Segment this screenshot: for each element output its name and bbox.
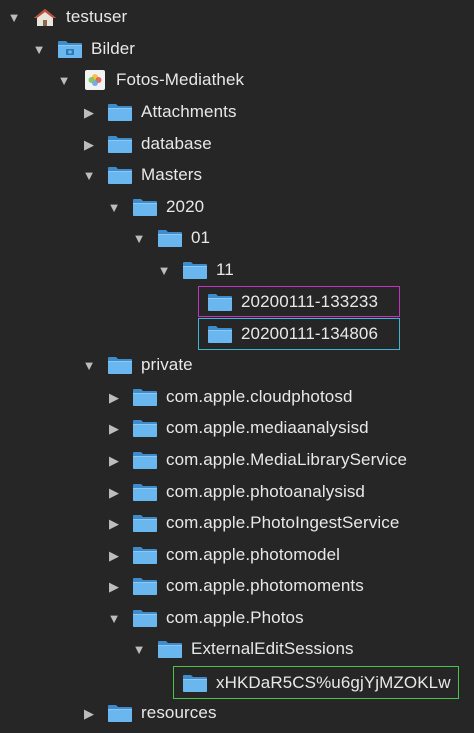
tree-label: 20200111-133233	[241, 292, 379, 311]
folder-icon	[132, 545, 158, 565]
folder-icon	[107, 165, 133, 185]
disclosure-collapsed-icon[interactable]: ▶	[81, 104, 97, 120]
file-tree: ▼ testuser ▼ Bilder ▼ Fotos-Mediathek ▶	[0, 0, 474, 733]
tree-row-photos[interactable]: ▼ com.apple.Photos	[0, 604, 474, 632]
tree-row-private[interactable]: ▼ private	[0, 351, 474, 379]
tree-label: testuser	[66, 7, 128, 26]
tree-label: Attachments	[141, 102, 237, 121]
tree-label: ExternalEditSessions	[191, 639, 354, 658]
tree-label: com.apple.mediaanalysisd	[166, 418, 369, 437]
tree-row-masters[interactable]: ▼ Masters	[0, 161, 474, 189]
tree-row-resources[interactable]: ▶ resources	[0, 699, 474, 727]
tree-row-photoanalysisd[interactable]: ▶ com.apple.photoanalysisd	[0, 478, 474, 506]
tree-label: private	[141, 355, 193, 374]
tree-label: xHKDaR5CS%u6gjYjMZOKLw	[216, 673, 451, 692]
folder-icon	[157, 639, 183, 659]
disclosure-expanded-icon[interactable]: ▼	[6, 9, 22, 25]
tree-label: com.apple.photoanalysisd	[166, 482, 365, 501]
disclosure-collapsed-icon[interactable]: ▶	[106, 547, 122, 563]
folder-icon	[207, 292, 233, 312]
tree-row-photoingestservice[interactable]: ▶ com.apple.PhotoIngestService	[0, 509, 474, 537]
disclosure-collapsed-icon[interactable]: ▶	[81, 136, 97, 152]
folder-icon	[107, 134, 133, 154]
tree-label: com.apple.cloudphotosd	[166, 387, 353, 406]
tree-label: com.apple.Photos	[166, 608, 304, 627]
disclosure-expanded-icon[interactable]: ▼	[106, 610, 122, 626]
tree-row-testuser[interactable]: ▼ testuser	[0, 3, 474, 31]
folder-icon	[132, 576, 158, 596]
tree-row-attachments[interactable]: ▶ Attachments	[0, 98, 474, 126]
folder-icon	[182, 260, 208, 280]
tree-row-externaleditsessions[interactable]: ▼ ExternalEditSessions	[0, 635, 474, 663]
tree-label: database	[141, 134, 212, 153]
folder-icon	[157, 228, 183, 248]
disclosure-collapsed-icon[interactable]: ▶	[106, 578, 122, 594]
tree-row-session[interactable]: xHKDaR5CS%u6gjYjMZOKLw	[0, 669, 474, 697]
folder-icon	[107, 355, 133, 375]
folder-icon	[132, 418, 158, 438]
home-icon	[34, 9, 56, 26]
disclosure-expanded-icon[interactable]: ▼	[81, 357, 97, 373]
tree-label: Masters	[141, 165, 203, 184]
photos-library-icon	[85, 70, 105, 90]
tree-label: resources	[141, 703, 217, 722]
tree-label: 20200111-134806	[241, 324, 379, 343]
folder-icon	[132, 387, 158, 407]
folder-icon	[132, 197, 158, 217]
folder-icon	[207, 324, 233, 344]
tree-label: com.apple.PhotoIngestService	[166, 513, 400, 532]
tree-row-medialibraryservice[interactable]: ▶ com.apple.MediaLibraryService	[0, 446, 474, 474]
folder-icon	[132, 513, 158, 533]
tree-row-mediaanalysisd[interactable]: ▶ com.apple.mediaanalysisd	[0, 414, 474, 442]
disclosure-expanded-icon[interactable]: ▼	[56, 72, 72, 88]
disclosure-collapsed-icon[interactable]: ▶	[106, 420, 122, 436]
tree-row-01[interactable]: ▼ 01	[0, 224, 474, 252]
disclosure-collapsed-icon[interactable]: ▶	[106, 484, 122, 500]
disclosure-expanded-icon[interactable]: ▼	[156, 262, 172, 278]
disclosure-expanded-icon[interactable]: ▼	[31, 41, 47, 57]
tree-label: com.apple.photomodel	[166, 545, 341, 564]
tree-label: com.apple.MediaLibraryService	[166, 450, 408, 469]
tree-label: Fotos-Mediathek	[116, 70, 245, 89]
tree-label: Bilder	[91, 39, 136, 58]
tree-row-fotos-mediathek[interactable]: ▼ Fotos-Mediathek	[0, 66, 474, 94]
tree-row-11[interactable]: ▼ 11	[0, 256, 474, 284]
tree-label: 2020	[166, 197, 205, 216]
tree-label: com.apple.photomoments	[166, 576, 364, 595]
disclosure-collapsed-icon[interactable]: ▶	[81, 705, 97, 721]
tree-label: 01	[191, 228, 211, 247]
folder-icon	[107, 703, 133, 723]
disclosure-collapsed-icon[interactable]: ▶	[106, 515, 122, 531]
folder-icon	[132, 608, 158, 628]
tree-row-bilder[interactable]: ▼ Bilder	[0, 35, 474, 63]
pictures-folder-icon	[57, 39, 83, 59]
folder-icon	[107, 102, 133, 122]
tree-label: 11	[216, 260, 234, 279]
tree-row-photomoments[interactable]: ▶ com.apple.photomoments	[0, 572, 474, 600]
disclosure-expanded-icon[interactable]: ▼	[131, 230, 147, 246]
disclosure-collapsed-icon[interactable]: ▶	[106, 389, 122, 405]
tree-row-cloudphotosd[interactable]: ▶ com.apple.cloudphotosd	[0, 383, 474, 411]
folder-icon	[182, 673, 208, 693]
tree-row-database[interactable]: ▶ database	[0, 130, 474, 158]
tree-row-2020[interactable]: ▼ 2020	[0, 193, 474, 221]
tree-row-20200111-133233[interactable]: 20200111-133233	[0, 288, 474, 316]
folder-icon	[132, 482, 158, 502]
disclosure-expanded-icon[interactable]: ▼	[106, 199, 122, 215]
tree-row-photomodel[interactable]: ▶ com.apple.photomodel	[0, 541, 474, 569]
folder-icon	[132, 450, 158, 470]
disclosure-expanded-icon[interactable]: ▼	[131, 641, 147, 657]
tree-row-20200111-134806[interactable]: 20200111-134806	[0, 320, 474, 348]
disclosure-expanded-icon[interactable]: ▼	[81, 167, 97, 183]
disclosure-collapsed-icon[interactable]: ▶	[106, 452, 122, 468]
